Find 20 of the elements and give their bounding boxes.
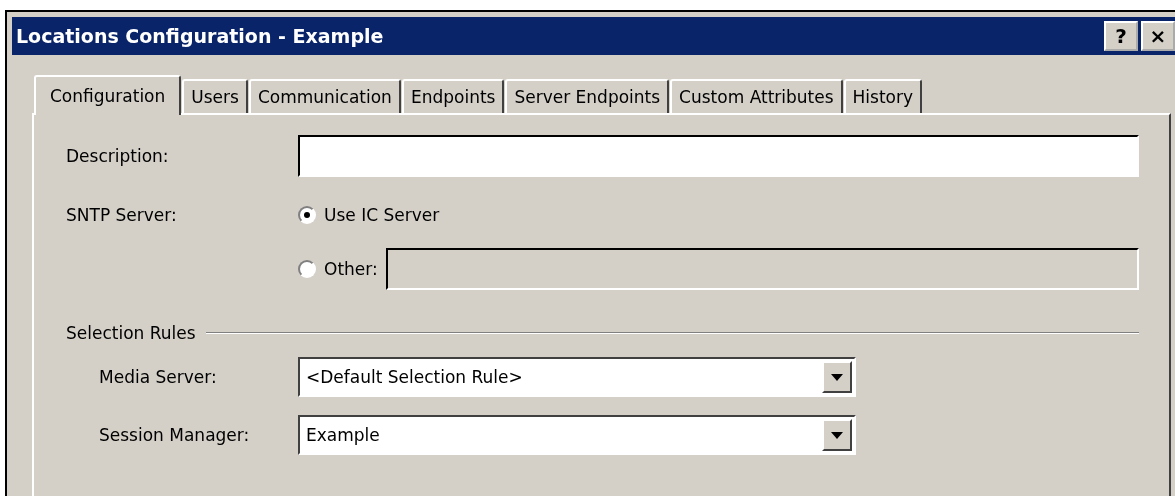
close-button[interactable]: × (1141, 21, 1175, 51)
tab[interactable]: Communication (248, 79, 401, 113)
tab[interactable]: Server Endpoints (505, 79, 670, 113)
field-label: SNTP Server: (66, 205, 178, 225)
window-title: Locations Configuration - Example (16, 25, 385, 47)
tab[interactable]: Custom Attributes (670, 79, 843, 113)
field-label: Description: (66, 146, 170, 166)
dropdown[interactable]: Example (298, 415, 856, 455)
help-button[interactable]: ? (1104, 21, 1138, 51)
tab[interactable]: History (843, 79, 923, 113)
radio-option[interactable]: Use IC Server (298, 205, 440, 225)
dropdown[interactable]: <Default Selection Rule> (298, 357, 856, 397)
description-field[interactable] (298, 135, 1139, 177)
tab[interactable]: Configuration (34, 75, 182, 115)
field-label: Session Manager: (99, 425, 251, 445)
field-label: Media Server: (99, 367, 218, 387)
tab[interactable]: Endpoints (401, 79, 505, 113)
group-title: Selection Rules (66, 323, 196, 343)
radio-option[interactable]: Other: (298, 259, 378, 279)
tab[interactable]: Users (182, 79, 248, 113)
